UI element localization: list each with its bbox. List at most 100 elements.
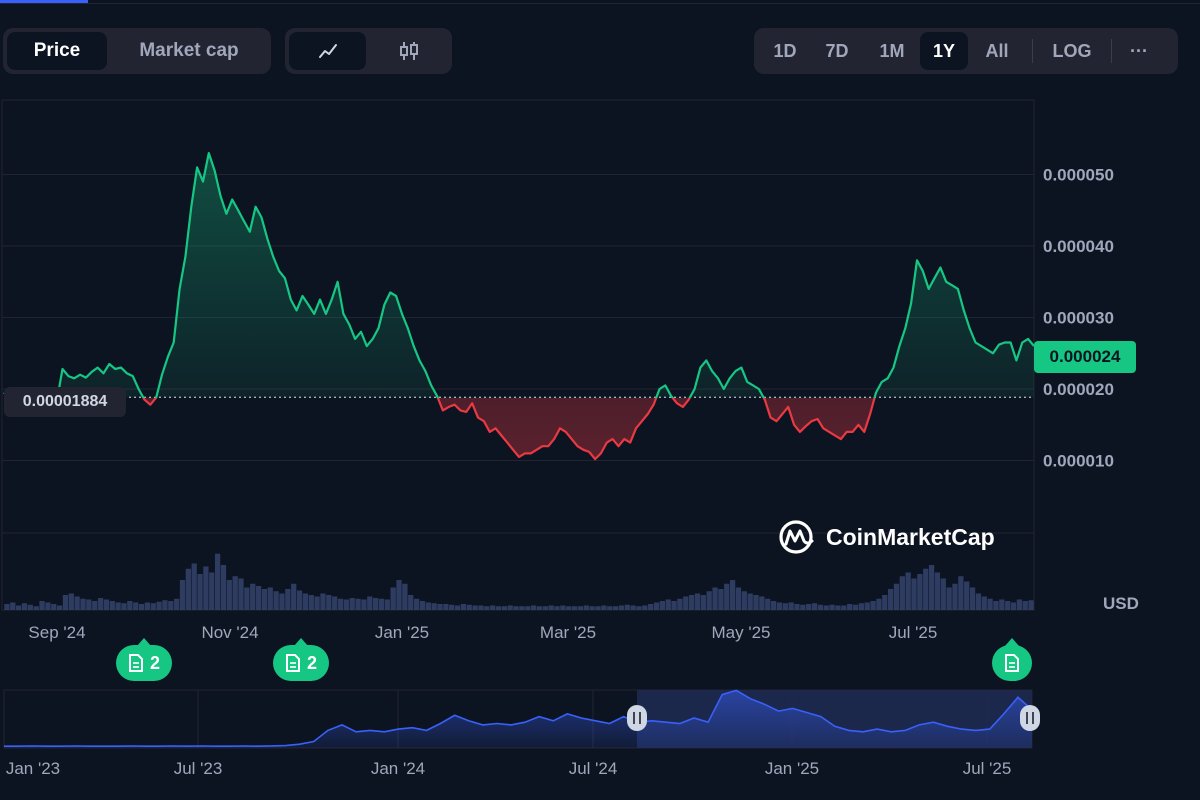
volume-bar <box>735 587 742 610</box>
volume-bar <box>16 605 22 610</box>
volume-bar <box>659 601 666 610</box>
volume-bar <box>390 587 396 610</box>
event-count: 2 <box>149 652 160 673</box>
navigator-handle <box>1020 705 1040 731</box>
volume-bar <box>308 595 314 610</box>
volume-bar <box>689 595 695 610</box>
volume-bar <box>653 602 660 610</box>
x-tick-label: Jan '25 <box>375 623 429 642</box>
volume-bar <box>144 602 151 610</box>
volume-bar <box>174 598 180 610</box>
volume-bar <box>10 602 16 610</box>
volume-bar <box>478 605 484 610</box>
reference-price-label: 0.00001884 <box>4 387 126 417</box>
volume-bar <box>214 553 221 610</box>
volume-bar <box>501 606 507 610</box>
volume-bar <box>595 606 601 610</box>
volume-bar <box>817 604 824 610</box>
volume-bar <box>542 606 548 610</box>
volume-bar <box>349 598 355 610</box>
volume-bar <box>847 604 853 610</box>
volume-bar <box>291 583 297 610</box>
volume-bar <box>332 596 338 610</box>
volume-bar <box>419 601 426 610</box>
volume-bar <box>893 583 900 610</box>
volume-bar <box>495 606 502 610</box>
volume-bar <box>876 598 882 610</box>
volume-bar <box>724 583 730 610</box>
volume-bar <box>197 574 203 610</box>
volume-bar <box>917 574 923 610</box>
volume-bar <box>449 604 455 610</box>
volume-bar <box>355 598 361 610</box>
watermark-text: CoinMarketCap <box>826 523 995 550</box>
volume-bar <box>454 605 461 610</box>
volume-bar <box>934 572 941 610</box>
volume-bar <box>630 605 636 610</box>
volume-bar <box>694 593 701 610</box>
x-tick-label: May '25 <box>712 623 771 642</box>
volume-bar <box>4 604 10 610</box>
price-chart[interactable]: 0.000050 0.000040 0.000030 0.000020 0.000010… <box>0 0 1200 800</box>
volume-bar <box>993 601 999 610</box>
volume-bar <box>952 583 958 610</box>
event-badge[interactable]: 2 <box>116 638 172 681</box>
coinmarketcap-watermark: CoinMarketCap <box>778 519 995 555</box>
volume-bar <box>519 606 525 610</box>
volume-bar <box>1016 599 1022 610</box>
volume-bar <box>800 604 806 610</box>
volume-bar <box>408 595 414 610</box>
document-icon <box>285 654 300 672</box>
volume-bar <box>712 587 718 610</box>
volume-bar <box>671 601 677 610</box>
y-tick-label: 0.000040 <box>1043 237 1114 256</box>
volume-bar <box>747 593 753 610</box>
volume-bar <box>770 601 777 610</box>
volume-bar <box>852 604 859 610</box>
volume-bar <box>618 605 625 610</box>
y-tick-label: 0.000050 <box>1043 166 1114 185</box>
y-tick-label: 0.000010 <box>1043 452 1114 471</box>
volume-bar <box>823 605 829 610</box>
volume-bar <box>706 591 712 610</box>
volume-bar <box>665 599 671 610</box>
volume-bar <box>811 603 818 610</box>
y-tick-label: 0.000030 <box>1043 309 1114 328</box>
volume-bar <box>1022 601 1028 610</box>
volume-bar <box>21 603 28 610</box>
volume-bar <box>648 604 654 610</box>
volume-bar <box>320 593 326 610</box>
event-badge[interactable] <box>992 638 1032 681</box>
navigator-x-tick-label: Jan '23 <box>6 759 60 778</box>
volume-bar <box>905 572 911 610</box>
volume-bar <box>185 568 191 610</box>
volume-bar <box>741 591 747 610</box>
price-area-below <box>8 398 875 460</box>
volume-bar <box>378 598 385 610</box>
volume-bar <box>138 604 145 610</box>
volume-bar <box>940 578 946 610</box>
volume-bar <box>326 595 332 610</box>
current-price-badge: 0.000024 <box>1034 341 1136 373</box>
volume-bar <box>244 587 250 610</box>
volume-bar <box>858 603 864 610</box>
volume-bar <box>753 595 759 610</box>
volume-bar <box>560 605 566 610</box>
volume-bar <box>220 565 227 610</box>
x-tick-label: Sep '24 <box>28 623 85 642</box>
volume-bar <box>92 601 98 610</box>
volume-bar <box>642 605 648 610</box>
event-badge[interactable]: 2 <box>273 638 329 681</box>
volume-bar <box>484 606 490 610</box>
volume-bar <box>975 593 982 610</box>
volume-bar <box>536 606 543 610</box>
volume-bar <box>636 606 642 610</box>
volume-bar <box>115 602 121 610</box>
volume-bar <box>86 599 92 610</box>
document-icon <box>1005 654 1019 672</box>
volume-bar <box>946 587 952 610</box>
volume-bar <box>466 604 472 610</box>
volume-bar <box>255 586 262 610</box>
volume-bar <box>829 604 835 610</box>
volume-bar <box>285 589 291 610</box>
